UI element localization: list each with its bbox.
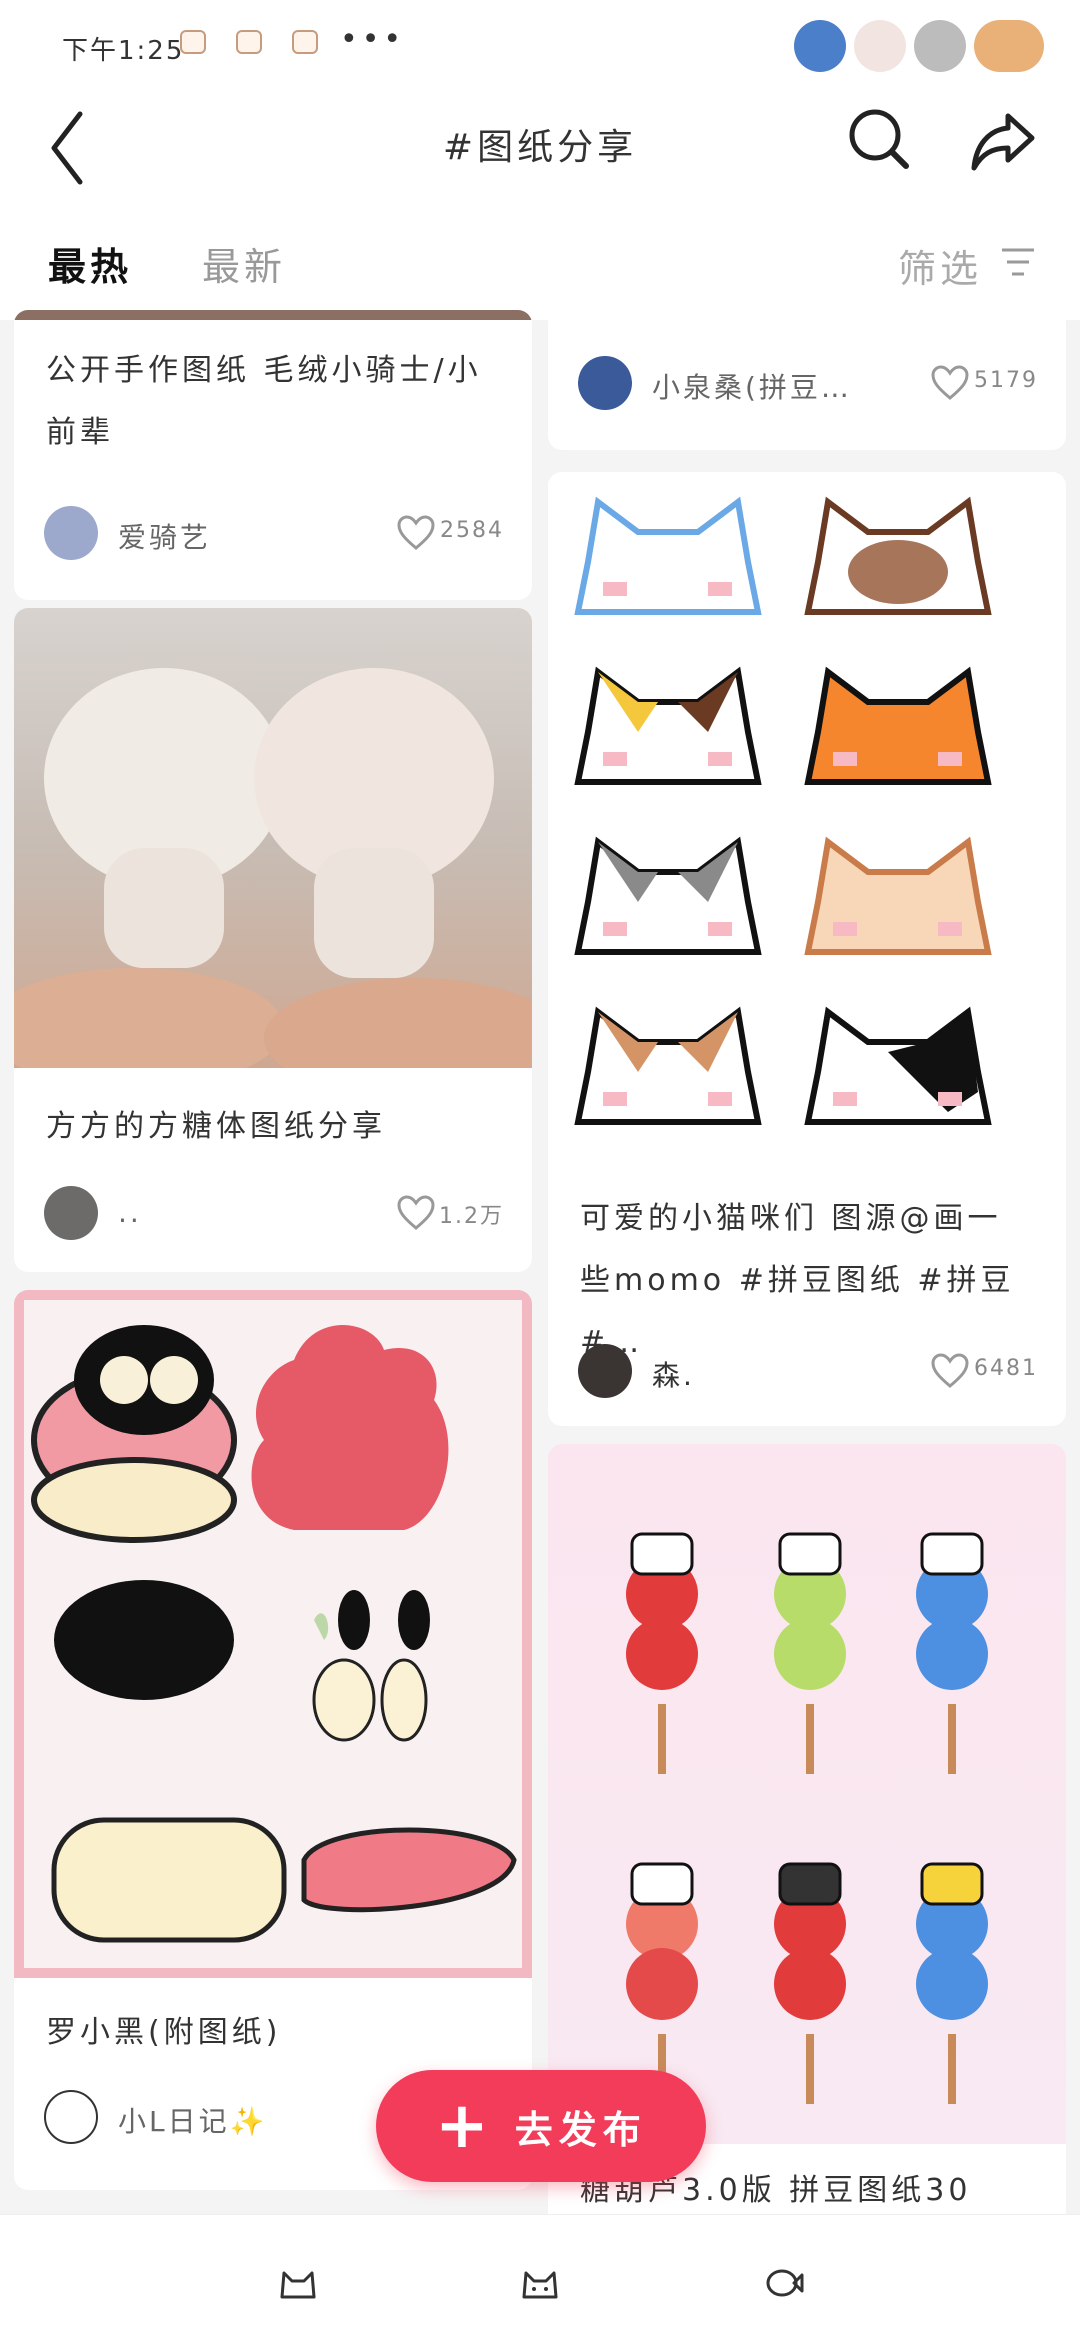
fish-icon[interactable] bbox=[764, 2265, 804, 2301]
avatar[interactable] bbox=[578, 1344, 632, 1398]
post-card[interactable]: 小泉桑(拼豆… 5179 bbox=[548, 310, 1066, 450]
post-meta: .. 1.2万 bbox=[44, 1186, 508, 1242]
username[interactable]: 爱骑艺 bbox=[118, 516, 211, 556]
post-image bbox=[14, 1290, 532, 1978]
filter-button[interactable]: 筛选 bbox=[898, 238, 982, 293]
avatar[interactable] bbox=[44, 2090, 98, 2144]
avatar[interactable] bbox=[44, 506, 98, 560]
username[interactable]: .. bbox=[118, 1196, 142, 1229]
status-time: 下午1:25 bbox=[62, 36, 185, 66]
cat-face-icon[interactable] bbox=[520, 2265, 560, 2301]
notification-icon bbox=[236, 30, 262, 54]
candied-haws-pixel-image bbox=[626, 1532, 988, 2104]
bottom-bar bbox=[0, 2214, 1080, 2340]
username[interactable]: 森. bbox=[652, 1354, 695, 1394]
post-meta: 爱骑艺 2584 bbox=[44, 506, 508, 562]
like-count: 1.2万 bbox=[439, 1204, 504, 1229]
avatar[interactable] bbox=[44, 1186, 98, 1240]
page-title: #图纸分享 bbox=[442, 127, 638, 168]
post-card[interactable]: 罗小黑(附图纸) 小L日记✨ bbox=[14, 1290, 532, 2190]
post-image bbox=[14, 310, 532, 320]
publish-label: 去发布 bbox=[514, 2107, 647, 2152]
notification-icon bbox=[292, 30, 318, 54]
heart-icon[interactable] bbox=[930, 364, 970, 402]
search-icon[interactable] bbox=[846, 106, 912, 172]
tab-hot[interactable]: 最热 bbox=[48, 236, 132, 291]
post-image bbox=[14, 608, 532, 1068]
post-card[interactable]: 方方的方糖体图纸分享 .. 1.2万 bbox=[14, 608, 532, 1272]
luo-xiaohei-pattern-image bbox=[31, 1325, 517, 1943]
post-caption: 方方的方糖体图纸分享 bbox=[46, 1109, 386, 1144]
signal-icon bbox=[794, 20, 846, 72]
post-caption: 罗小黑(附图纸) bbox=[46, 2015, 282, 2050]
post-image bbox=[548, 472, 1066, 1172]
cat-icon bbox=[914, 20, 966, 72]
status-bar: 下午1:25 ••• bbox=[0, 0, 1080, 92]
cat-face-icon[interactable] bbox=[278, 2265, 318, 2301]
username[interactable]: 小泉桑(拼豆… bbox=[652, 366, 852, 406]
plus-icon: + bbox=[435, 2089, 489, 2163]
like-count: 2584 bbox=[440, 518, 504, 543]
post-meta: 森. 6481 bbox=[578, 1344, 1042, 1400]
tab-new[interactable]: 最新 bbox=[202, 236, 286, 291]
more-notifications-icon: ••• bbox=[340, 22, 406, 57]
plush-doll-image bbox=[14, 668, 532, 1068]
pixel-cats-image bbox=[574, 496, 992, 1125]
notification-icons bbox=[180, 30, 318, 54]
notification-icon bbox=[180, 30, 206, 54]
post-card[interactable]: 糖葫芦3.0版 拼豆图纸30 bbox=[548, 1444, 1066, 2340]
share-icon[interactable] bbox=[968, 106, 1038, 176]
heart-icon[interactable] bbox=[930, 1352, 970, 1390]
post-card[interactable]: 可爱的小猫咪们 图源@画一些momo #拼豆图纸 #拼豆 #… 森. 6481 bbox=[548, 472, 1066, 1426]
post-meta: 小泉桑(拼豆… 5179 bbox=[578, 356, 1042, 412]
nav-bar: #图纸分享 bbox=[0, 92, 1080, 222]
avatar[interactable] bbox=[578, 356, 632, 410]
post-card[interactable]: 公开手作图纸 毛绒小骑士/小前辈 爱骑艺 2584 bbox=[14, 310, 532, 600]
filter-icon[interactable] bbox=[1000, 246, 1036, 278]
heart-icon[interactable] bbox=[396, 1194, 436, 1232]
like-count: 5179 bbox=[974, 368, 1038, 393]
heart-icon[interactable] bbox=[396, 514, 436, 552]
like-count: 6481 bbox=[974, 1356, 1038, 1381]
tab-bar: 最热 最新 筛选 bbox=[0, 222, 1080, 320]
post-caption: 公开手作图纸 毛绒小骑士/小前辈 bbox=[46, 353, 482, 450]
post-image bbox=[548, 1444, 1066, 2144]
battery-icon bbox=[974, 20, 1044, 72]
wifi-icon bbox=[854, 20, 906, 72]
publish-button[interactable]: + 去发布 bbox=[376, 2070, 706, 2182]
username[interactable]: 小L日记✨ bbox=[118, 2100, 267, 2140]
status-right-icons bbox=[794, 20, 1044, 72]
